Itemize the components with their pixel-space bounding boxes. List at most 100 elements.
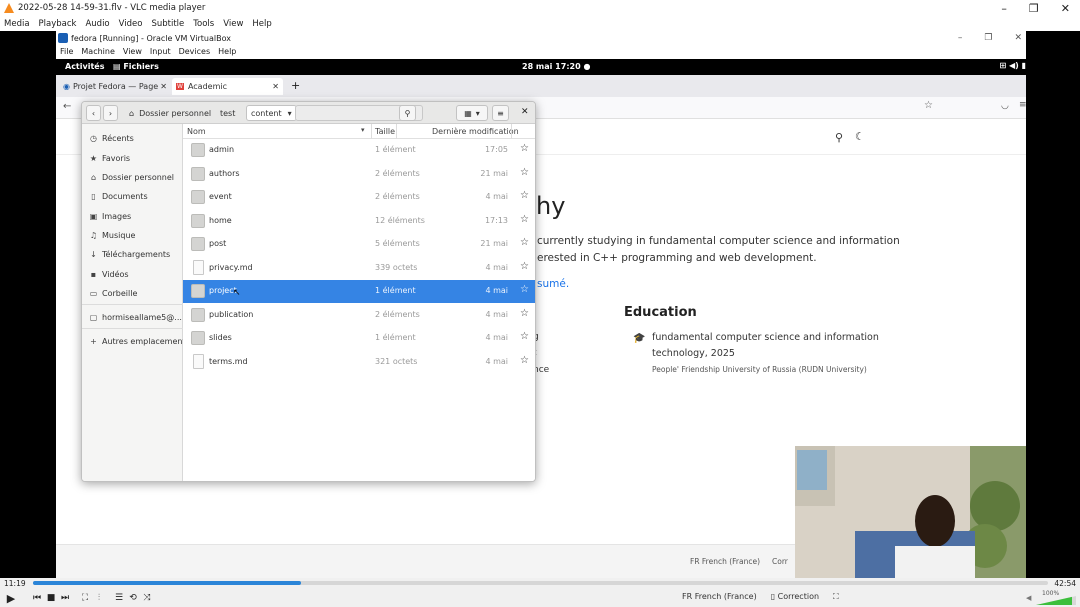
sidebar-item[interactable]: + Autres emplacements: [89, 333, 190, 349]
app-menu-icon[interactable]: ≡: [1019, 100, 1027, 110]
breadcrumb-home[interactable]: ⌂ Dossier personnel: [125, 105, 215, 121]
sidebar-item-label: Corbeille: [102, 288, 138, 298]
file-size: 1 élément: [375, 145, 416, 154]
file-manager-sidebar: ◷ Récents ★ Favoris ⌂ Dossier personnel ▯ Docum…: [82, 124, 190, 481]
fullscreen-icon[interactable]: ⛶: [78, 591, 92, 605]
back-icon[interactable]: ←: [63, 101, 71, 112]
menu-button[interactable]: ≡: [492, 105, 509, 121]
pocket-icon[interactable]: ◡: [1001, 101, 1009, 111]
restore-icon[interactable]: ❐: [1029, 2, 1039, 15]
shuffle-icon[interactable]: ⤨: [140, 591, 154, 605]
file-date: 4 mai: [485, 262, 508, 272]
vbox-restore-icon[interactable]: ❐: [984, 33, 992, 43]
vbox-minimize-icon[interactable]: –: [958, 33, 963, 43]
menu-tools[interactable]: Tools: [193, 19, 214, 29]
star-icon[interactable]: ☆: [520, 167, 529, 178]
vbox-menu-file[interactable]: File: [60, 47, 73, 56]
vbox-close-icon[interactable]: ✕: [1014, 33, 1022, 43]
bookmark-star-icon[interactable]: ☆: [924, 100, 933, 111]
next-icon[interactable]: ⏭: [58, 591, 72, 605]
star-icon[interactable]: ☆: [520, 355, 529, 366]
menu-playback[interactable]: Playback: [39, 19, 77, 29]
resume-link[interactable]: sumé.: [537, 278, 569, 290]
menu-media[interactable]: Media: [4, 19, 30, 29]
volume-slider[interactable]: ◀ 100%: [1026, 590, 1076, 605]
sidebar-item[interactable]: ▪ Vidéos: [89, 266, 129, 282]
file-row[interactable]: home 12 éléments 17:13 ☆: [183, 210, 535, 233]
vbox-menu-input[interactable]: Input: [150, 47, 171, 56]
file-row[interactable]: privacy.md 339 octets 4 mai ☆: [183, 257, 535, 280]
forward-button[interactable]: ›: [103, 105, 118, 121]
column-modified[interactable]: Dernière modification: [432, 127, 519, 136]
loop-icon[interactable]: ⟲: [126, 591, 140, 605]
minimize-icon[interactable]: –: [1001, 2, 1007, 15]
file-row[interactable]: publication 2 éléments 4 mai ☆: [183, 304, 535, 327]
seek-slider[interactable]: [33, 581, 1048, 585]
play-icon[interactable]: ▶: [4, 591, 18, 605]
playlist-icon[interactable]: ☰: [112, 591, 126, 605]
star-icon[interactable]: ☆: [520, 331, 529, 342]
tab-close-icon[interactable]: ✕: [272, 82, 279, 91]
stop-icon[interactable]: ■: [44, 591, 58, 605]
activities-button[interactable]: Activités: [65, 62, 104, 71]
extended-settings-icon[interactable]: ⫶: [92, 591, 106, 605]
vlc-window-title: 2022-05-28 14-59-31.flv - VLC media play…: [18, 3, 206, 13]
sidebar-item[interactable]: ⌂ Dossier personnel: [89, 169, 174, 185]
sidebar-item[interactable]: ♫ Musique: [89, 227, 136, 243]
firefox-tab-fedora[interactable]: ◉ Projet Fedora — Page d'a ✕: [59, 78, 171, 95]
menu-view[interactable]: View: [223, 19, 243, 29]
star-icon[interactable]: ☆: [520, 308, 529, 319]
menu-help[interactable]: Help: [252, 19, 271, 29]
vbox-menu-help[interactable]: Help: [218, 47, 236, 56]
file-date: 4 mai: [485, 356, 508, 366]
files-app-menu[interactable]: ▤ Fichiers: [113, 62, 159, 71]
file-manager-header: ‹ › ⌂ Dossier personnel test content ▾ ⚲ ▦…: [82, 102, 535, 124]
sidebar-item[interactable]: ↓ Téléchargements: [89, 246, 170, 262]
vbox-menu-machine[interactable]: Machine: [81, 47, 115, 56]
star-icon[interactable]: ☆: [520, 143, 529, 154]
file-row[interactable]: terms.md 321 octets 4 mai ☆: [183, 351, 535, 374]
vbox-menu-devices[interactable]: Devices: [179, 47, 211, 56]
menu-audio[interactable]: Audio: [85, 19, 109, 29]
sidebar-item[interactable]: ▭ Corbeille: [89, 285, 138, 301]
site-search-icon[interactable]: ⚲: [835, 131, 843, 144]
view-toggle-button[interactable]: ▦ ▾: [456, 105, 488, 121]
column-name[interactable]: Nom: [187, 127, 206, 136]
file-row[interactable]: event 2 éléments 4 mai ☆: [183, 186, 535, 209]
breadcrumb-content[interactable]: content ▾: [246, 105, 297, 121]
star-icon[interactable]: ☆: [520, 214, 529, 225]
firefox-tab-academic[interactable]: W Academic ✕: [172, 78, 283, 95]
sidebar-item[interactable]: ▯ Documents: [89, 188, 147, 204]
system-tray[interactable]: ⊞ ◀) ▮: [999, 61, 1026, 70]
previous-icon[interactable]: ⏮: [30, 591, 44, 605]
dark-mode-icon[interactable]: ☾: [855, 130, 865, 143]
sidebar-item[interactable]: ▢ hormiseallame5@...: [89, 309, 182, 325]
file-row[interactable]: authors 2 éléments 21 mai ☆: [183, 163, 535, 186]
sidebar-item[interactable]: ★ Favoris: [89, 150, 130, 166]
file-name: authors: [209, 168, 240, 178]
star-icon[interactable]: ☆: [520, 284, 529, 295]
sidebar-item[interactable]: ◷ Récents: [89, 130, 134, 146]
menu-subtitle[interactable]: Subtitle: [151, 19, 184, 29]
sidebar-item-label: Musique: [102, 230, 136, 240]
star-icon[interactable]: ☆: [520, 190, 529, 201]
clock[interactable]: 28 mai 17:20 ●: [522, 62, 590, 71]
search-button[interactable]: ⚲: [399, 105, 416, 121]
close-icon[interactable]: ✕: [1061, 2, 1070, 15]
new-tab-icon[interactable]: +: [291, 79, 300, 92]
file-row[interactable]: slides 1 élément 4 mai ☆: [183, 327, 535, 350]
menu-video[interactable]: Video: [119, 19, 143, 29]
column-size[interactable]: Taille: [375, 127, 395, 136]
vbox-menu-view[interactable]: View: [123, 47, 142, 56]
file-name: terms.md: [209, 356, 248, 366]
breadcrumb-test[interactable]: test: [216, 105, 239, 121]
sidebar-item[interactable]: ▣ Images: [89, 208, 132, 224]
star-icon[interactable]: ☆: [520, 237, 529, 248]
star-icon[interactable]: ☆: [520, 261, 529, 272]
back-button[interactable]: ‹: [86, 105, 101, 121]
tab-close-icon[interactable]: ✕: [160, 82, 167, 91]
file-row[interactable]: admin 1 élément 17:05 ☆: [183, 139, 535, 162]
file-row[interactable]: project 1 élément 4 mai ☆ ↖: [183, 280, 535, 303]
file-row[interactable]: post 5 éléments 21 mai ☆: [183, 233, 535, 256]
close-icon[interactable]: ✕: [521, 107, 529, 117]
